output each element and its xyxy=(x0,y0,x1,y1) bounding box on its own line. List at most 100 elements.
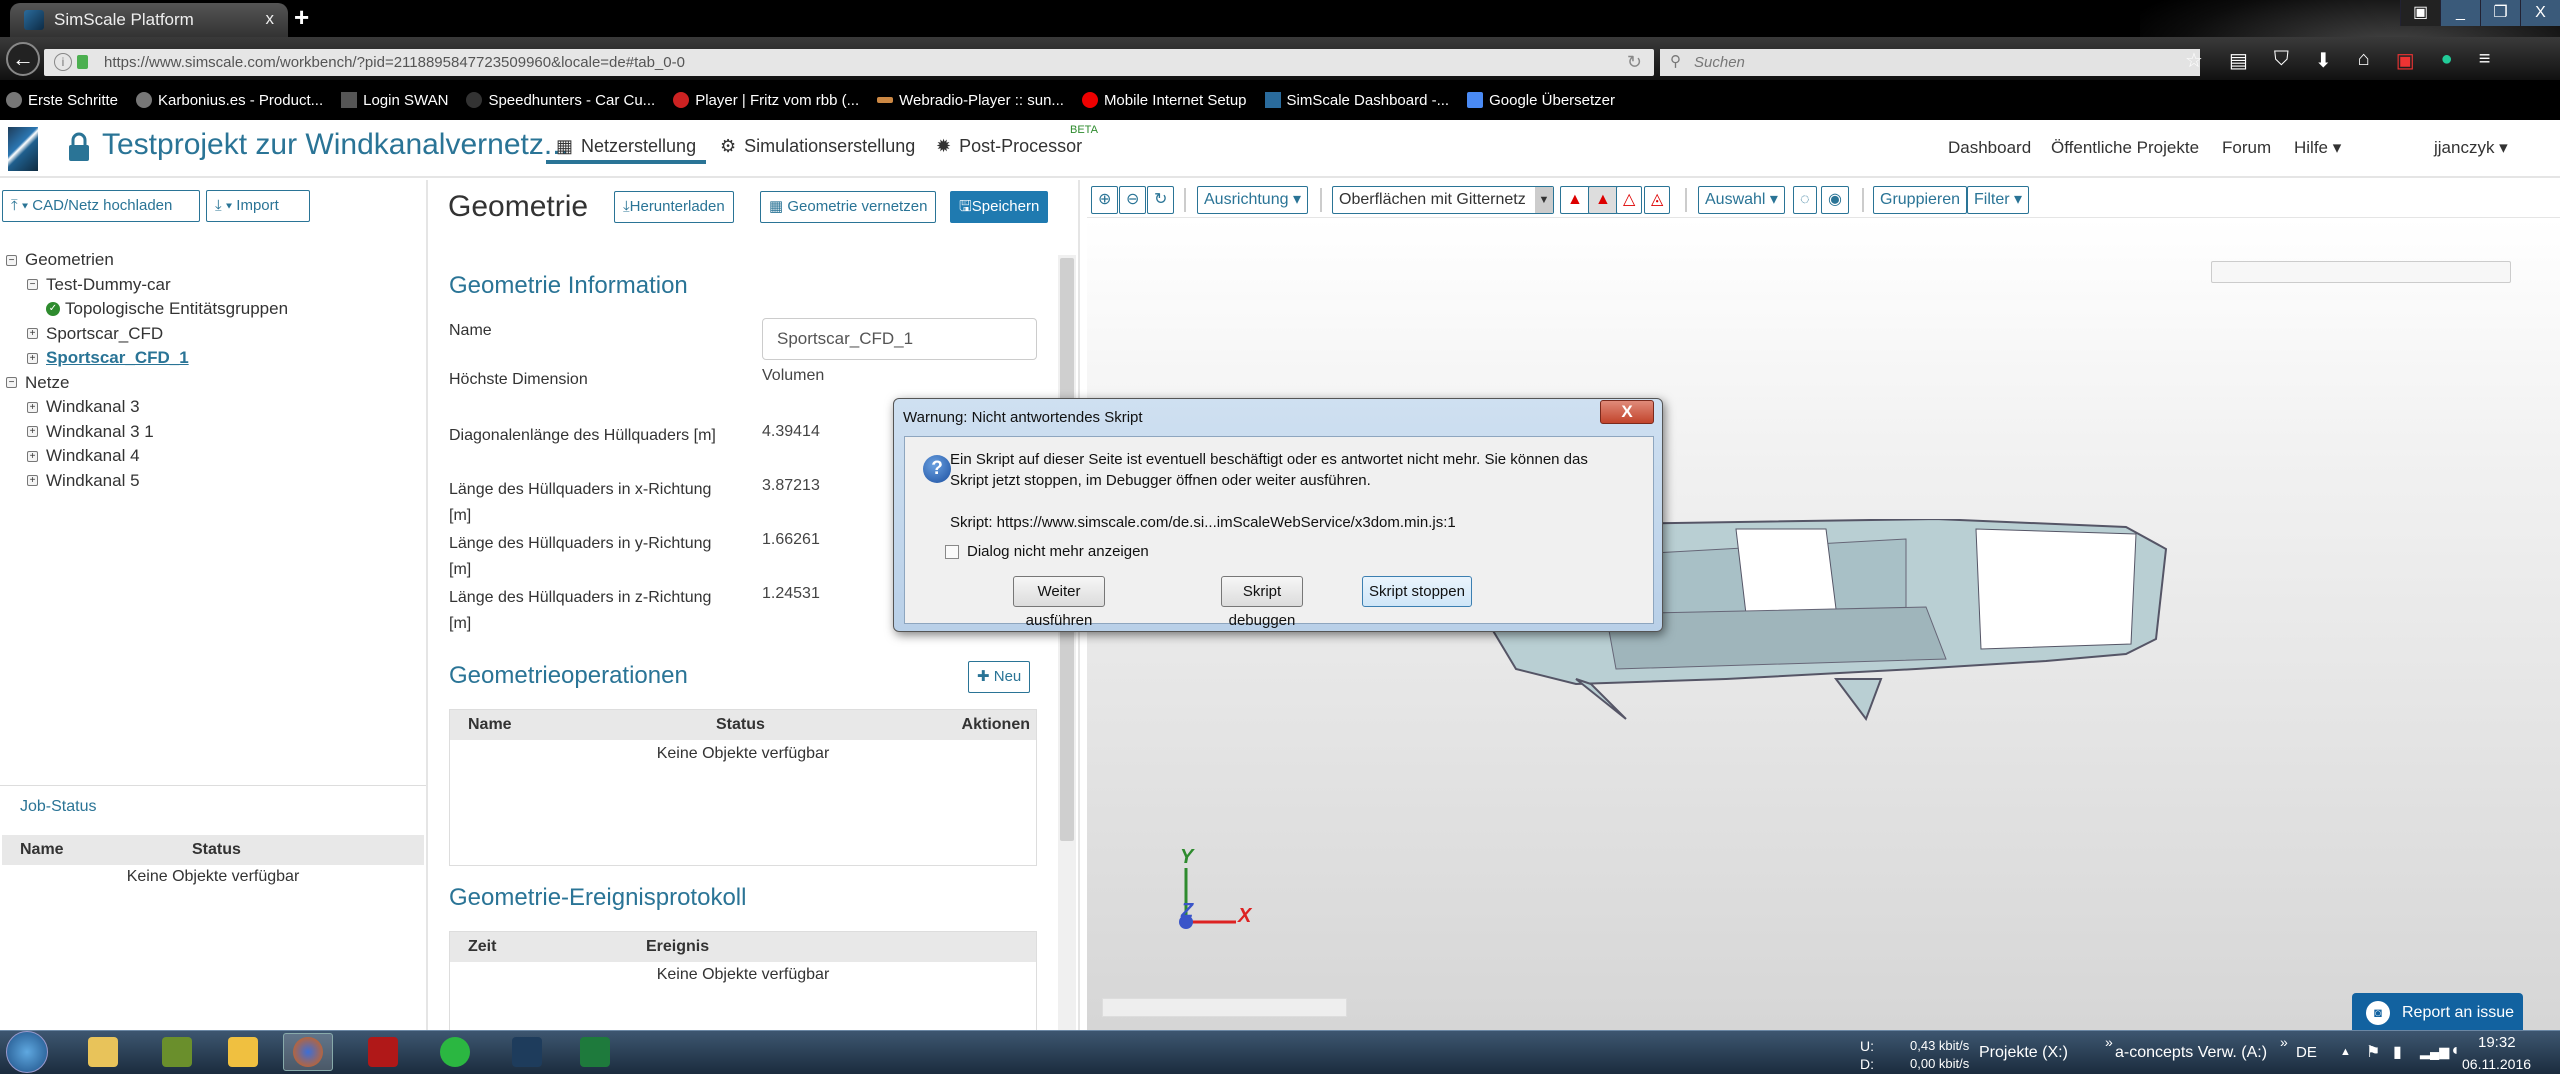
chevron-icon[interactable]: » xyxy=(2280,1034,2288,1050)
expand-icon[interactable]: + xyxy=(27,352,38,364)
tree-node-geometrien[interactable]: − Geometrien xyxy=(6,248,288,273)
zoom-in-button[interactable]: ⊕ xyxy=(1091,186,1119,214)
forum-link[interactable]: Forum xyxy=(2222,138,2271,158)
battery-icon[interactable]: ▮ xyxy=(2393,1042,2402,1062)
wireframe-button[interactable]: △ xyxy=(1616,186,1643,214)
solid-render-button[interactable]: ▲ xyxy=(1560,186,1590,214)
upload-cad-button[interactable]: ⤒ ▾ CAD/Netz hochladen xyxy=(2,190,200,222)
minimize-button[interactable]: _ xyxy=(2440,0,2480,26)
geometry-name-input[interactable] xyxy=(762,318,1037,360)
new-operation-button[interactable]: ✚ Neu xyxy=(968,661,1031,693)
drive-aconcepts[interactable]: a-concepts Verw. (A:) xyxy=(2115,1044,2267,1062)
render-mode-select[interactable]: Oberflächen mit Gitternetz ▼ xyxy=(1332,186,1554,214)
pdf-icon[interactable]: ▣ xyxy=(2396,48,2415,73)
clock-date[interactable]: 06.11.2016 xyxy=(2462,1056,2531,1072)
column-header[interactable]: Status xyxy=(192,835,241,865)
zoom-out-button[interactable]: ⊖ xyxy=(1119,186,1147,214)
firefox-taskbar-icon[interactable] xyxy=(283,1033,333,1071)
bookmark-item[interactable]: Erste Schritte xyxy=(6,92,118,109)
dialog-close-button[interactable]: X xyxy=(1600,400,1654,424)
tab-simulationserstellung[interactable]: ⚙ Simulationserstellung xyxy=(720,136,915,157)
viewer-scrollbar[interactable] xyxy=(1102,998,1347,1017)
group-button[interactable]: Gruppieren xyxy=(1873,186,1968,214)
bookmark-item[interactable]: Login SWAN xyxy=(341,92,448,109)
column-header[interactable]: Name xyxy=(20,835,64,865)
show-button[interactable]: ◉ xyxy=(1821,186,1849,214)
orientation-dropdown[interactable]: Ausrichtung ▾ xyxy=(1197,186,1308,214)
tab-netzerstellung[interactable]: ▦ Netzerstellung xyxy=(556,136,696,157)
reload-icon[interactable]: ↻ xyxy=(1627,52,1642,73)
safety-app-taskbar-icon[interactable] xyxy=(152,1033,202,1071)
pocket-icon[interactable]: ⛉ xyxy=(2274,48,2289,73)
close-window-button[interactable]: X xyxy=(2520,0,2560,26)
help-menu[interactable]: Hilfe ▾ xyxy=(2294,138,2341,158)
expand-icon[interactable]: + xyxy=(27,450,38,462)
back-button[interactable]: ← xyxy=(6,42,40,76)
stop-script-button[interactable]: Skript stoppen xyxy=(1362,576,1472,607)
search-input[interactable]: ⚲ Suchen xyxy=(1660,49,2200,76)
viewer-search-input[interactable] xyxy=(2211,261,2511,283)
collapse-icon[interactable]: − xyxy=(6,254,17,266)
public-projects-link[interactable]: Öffentliche Projekte xyxy=(2051,138,2199,158)
bookmark-item[interactable]: SimScale Dashboard -... xyxy=(1264,92,1449,109)
column-header[interactable]: Ereignis xyxy=(646,932,709,962)
tree-node-mesh[interactable]: + Windkanal 3 xyxy=(6,395,288,420)
chevron-down-icon[interactable]: ▼ xyxy=(1535,187,1553,213)
dashboard-link[interactable]: Dashboard xyxy=(1948,138,2031,158)
column-header[interactable]: Aktionen xyxy=(962,710,1030,740)
selection-dropdown[interactable]: Auswahl ▾ xyxy=(1698,186,1785,214)
expand-icon[interactable]: + xyxy=(27,475,38,487)
menu-icon[interactable]: ≡ xyxy=(2479,48,2491,73)
expand-icon[interactable]: + xyxy=(27,401,38,413)
continue-button[interactable]: Weiter ausführen xyxy=(1013,576,1105,629)
browser-tab[interactable]: SimScale Platform x xyxy=(10,3,288,37)
import-button[interactable]: ⤓ ▾ Import xyxy=(206,190,310,222)
collapse-icon[interactable]: − xyxy=(27,279,38,291)
tree-node-mesh[interactable]: + Windkanal 5 xyxy=(6,469,288,494)
start-button[interactable] xyxy=(6,1031,48,1073)
explorer-taskbar-icon[interactable] xyxy=(78,1033,128,1071)
tree-node-netze[interactable]: − Netze xyxy=(6,371,288,396)
download-button[interactable]: ⤓Herunterladen xyxy=(614,191,734,223)
expand-icon[interactable]: + xyxy=(27,328,38,340)
points-render-button[interactable]: ◬ xyxy=(1644,186,1671,214)
outlook-taskbar-icon[interactable] xyxy=(218,1033,268,1071)
tree-node-sportscar-cfd-1[interactable]: + Sportscar_CFD_1 xyxy=(6,346,288,371)
simscale-logo[interactable] xyxy=(8,127,38,171)
show-hidden-icons[interactable]: ▲ xyxy=(2340,1046,2351,1058)
dont-show-again-checkbox[interactable]: Dialog nicht mehr anzeigen xyxy=(945,543,1149,560)
column-header[interactable]: Zeit xyxy=(468,932,496,962)
expand-icon[interactable]: + xyxy=(27,426,38,438)
bookmark-item[interactable]: Webradio-Player :: sun... xyxy=(877,92,1064,109)
hide-button[interactable]: ◌ xyxy=(1793,186,1817,214)
url-bar[interactable]: i https://www.simscale.com/workbench/?pi… xyxy=(44,49,1654,76)
save-button[interactable]: 🖫Speichern xyxy=(950,191,1049,223)
project-title[interactable]: Testprojekt zur Windkanalvernetz... xyxy=(102,128,569,162)
dx-taskbar-icon[interactable] xyxy=(358,1033,408,1071)
bookmark-star-icon[interactable]: ☆ xyxy=(2185,48,2203,73)
snap-icon[interactable]: ▣ xyxy=(2400,0,2440,26)
tree-node-mesh[interactable]: + Windkanal 4 xyxy=(6,444,288,469)
chevron-icon[interactable]: » xyxy=(2105,1034,2113,1050)
bookmark-item[interactable]: Google Übersetzer xyxy=(1467,92,1615,109)
user-menu[interactable]: jjanczyk ▾ xyxy=(2434,138,2508,158)
tree-node-test-dummy-car[interactable]: − Test-Dummy-car xyxy=(6,273,288,298)
tab-close-button[interactable]: x xyxy=(266,9,275,29)
new-tab-button[interactable]: + xyxy=(294,2,309,33)
maximize-button[interactable]: ❐ xyxy=(2480,0,2520,26)
language-indicator[interactable]: DE xyxy=(2296,1044,2317,1061)
tree-node-mesh[interactable]: + Windkanal 3 1 xyxy=(6,420,288,445)
whatsapp-taskbar-icon[interactable] xyxy=(430,1033,480,1071)
reading-list-icon[interactable]: ▤ xyxy=(2229,48,2248,73)
download-icon[interactable]: ⬇ xyxy=(2315,48,2332,73)
extension-icon[interactable]: ● xyxy=(2441,48,2453,73)
3ds-max-taskbar-icon[interactable] xyxy=(502,1033,552,1071)
clock-time[interactable]: 19:32 xyxy=(2478,1034,2516,1051)
drive-projekte[interactable]: Projekte (X:) xyxy=(1979,1044,2068,1062)
column-header[interactable]: Status xyxy=(716,710,765,740)
debug-script-button[interactable]: Skript debuggen xyxy=(1221,576,1303,629)
tab-post-processor[interactable]: ✹ Post-Processor xyxy=(936,136,1082,157)
mesh-geometry-button[interactable]: ▦ Geometrie vernetzen xyxy=(760,191,937,223)
signal-icon[interactable]: ▂▄▆ xyxy=(2420,1044,2449,1060)
bookmark-item[interactable]: Mobile Internet Setup xyxy=(1081,92,1247,109)
